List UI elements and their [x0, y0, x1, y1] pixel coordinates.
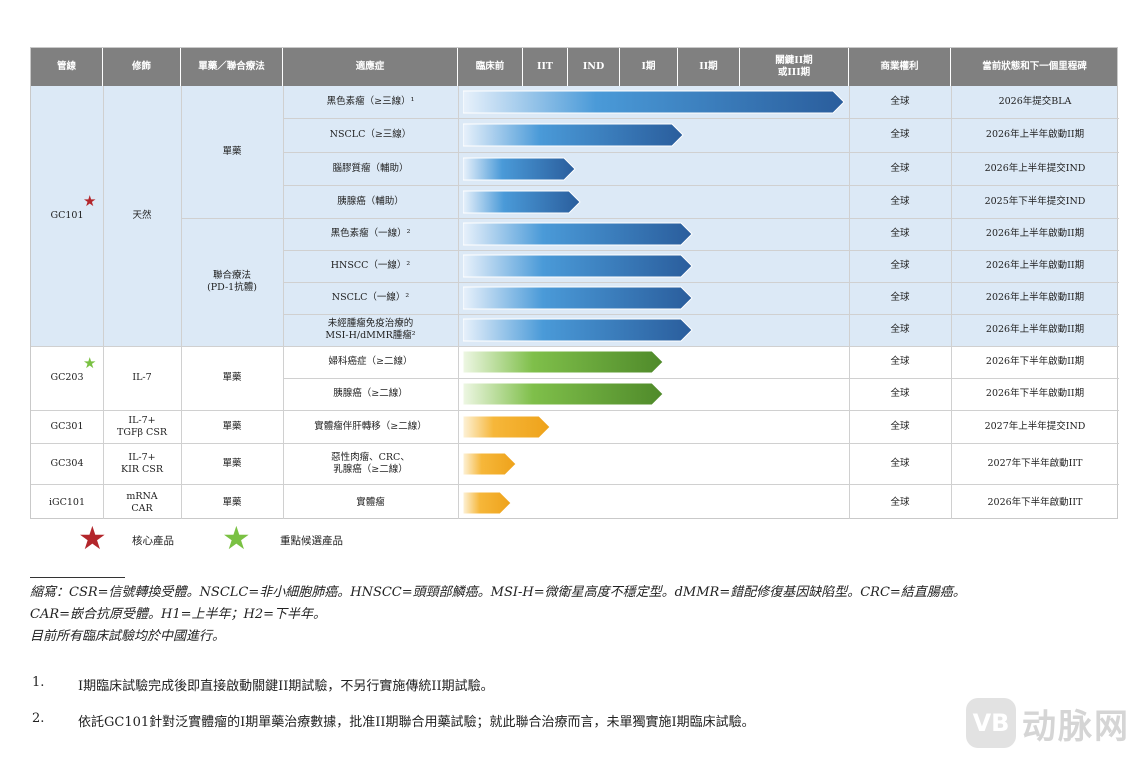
pipeline-name: GC301 [50, 420, 84, 432]
therapy-type: 聯合療法 (PD-1抗體) [207, 270, 257, 293]
commercial-rights: 全球 [890, 195, 910, 207]
status-milestone: 2027年上半年提交IND [984, 420, 1086, 432]
therapy-type: 單藥 [222, 457, 242, 469]
commercial-rights: 全球 [890, 388, 910, 399]
status-milestone: 2026年上半年啟動II期 [985, 292, 1085, 303]
pipeline-table: 管線 修飾 單藥／聯合療法 適應症 臨床前 IIT IND I期 II期 關鍵II期 或III期商… [30, 47, 1119, 519]
table-header: 管線 修飾 單藥／聯合療法 適應症 臨床前 IIT IND I期 II期 關鍵II期 或III期商… [31, 48, 1119, 86]
commercial-rights: 全球 [890, 292, 910, 303]
progress-arrow [463, 190, 581, 214]
status-milestone: 2026年上半年提交IND [984, 162, 1086, 174]
core-product-star-icon: ★ [83, 192, 97, 210]
indication-label: 黑色素瘤（≥三線）¹ [326, 96, 415, 107]
pipeline-name: iGC101 [48, 496, 86, 508]
status-milestone: 2026年上半年啟動II期 [985, 228, 1085, 239]
commercial-rights: 全球 [890, 496, 910, 508]
indication-label: NSCLC（一線）² [331, 292, 410, 303]
status-milestone: 2026年下半年啟動IIT [987, 496, 1083, 508]
header-commercial-rights: 商業權利 [849, 48, 951, 86]
header-status-milestone: 當前狀態和下一個里程碑 [951, 48, 1119, 86]
status-milestone: 2027年下半年啟動IIT [987, 457, 1083, 469]
commercial-rights: 全球 [890, 260, 910, 271]
header-iit: IIT [523, 48, 568, 86]
indication-label: 實體瘤 [356, 496, 385, 508]
progress-arrow [463, 286, 693, 310]
header-indication: 適應症 [283, 48, 458, 86]
progress-arrow [463, 415, 551, 439]
progress-arrow [463, 90, 845, 114]
notes-divider [30, 577, 125, 578]
indication-label: 未經腫瘤免疫治療的 MSI-H/dMMR腫瘤² [325, 318, 416, 341]
indication-label: 腦膠質瘤（輔助） [332, 162, 409, 174]
modification: IL-7 [132, 372, 152, 383]
legend-key-label: 重點候選產品 [280, 535, 343, 547]
key-candidate-star-icon: ★ [83, 354, 97, 372]
pipeline-name: GC304 [50, 457, 84, 469]
header-preclinical: 臨床前 [458, 48, 523, 86]
watermark-text: 动脉网 [1022, 706, 1130, 747]
legend-core-label: 核心產品 [132, 535, 174, 547]
pipeline-name: GC101 [50, 210, 84, 221]
header-modification: 修飾 [103, 48, 181, 86]
progress-arrow [463, 318, 693, 342]
abbrev-line-1: 縮寫：CSR=信號轉換受體。NSCLC=非小細胞肺癌。HNSCC=頭頸部鱗癌。M… [30, 585, 966, 600]
therapy-type: 單藥 [222, 496, 242, 508]
modification: 天然 [132, 210, 152, 221]
progress-arrow [463, 382, 664, 406]
status-milestone: 2026年上半年啟動II期 [985, 260, 1085, 271]
footnote-2-number: 2. [32, 711, 45, 726]
status-milestone: 2026年下半年啟動II期 [985, 388, 1085, 399]
progress-arrow [463, 157, 576, 181]
header-phase-2: II期 [678, 48, 740, 86]
header-ind: IND [568, 48, 620, 86]
indication-label: 黑色素瘤（一線）² [330, 228, 411, 239]
indication-label: 婦科癌症（≥二線） [328, 356, 413, 367]
indication-label: 胰腺癌（輔助） [337, 195, 404, 207]
commercial-rights: 全球 [890, 96, 910, 107]
indication-label: 惡性肉瘤、CRC、 乳腺癌（≥二線） [331, 451, 410, 475]
footnote-2-text: 依託GC101針對泛實體瘤的I期單藥治療數據，批准II期聯合用藥試驗；就此聯合治… [78, 715, 755, 730]
indication-label: 實體瘤伴肝轉移（≥二線） [314, 420, 427, 432]
footnote-1-text: I期臨床試驗完成後即直接啟動關鍵II期試驗，不另行實施傳統II期試驗。 [78, 679, 494, 694]
status-milestone: 2025年下半年提交IND [984, 195, 1086, 207]
indication-label: 胰腺癌（≥二線） [333, 388, 408, 399]
abbrev-line-3: 目前所有臨床試驗均於中國進行。 [30, 629, 226, 644]
header-pipeline: 管線 [31, 48, 103, 86]
modification: IL-7+ KIR CSR [121, 451, 163, 475]
legend-core-star-icon: ★ [78, 519, 107, 557]
status-milestone: 2026年提交BLA [998, 96, 1072, 107]
progress-arrow [463, 350, 664, 374]
therapy-type: 單藥 [222, 372, 242, 383]
status-milestone: 2026年下半年啟動II期 [985, 356, 1085, 367]
progress-arrow [463, 123, 684, 147]
therapy-type: 單藥 [222, 420, 242, 432]
column-divider [458, 86, 459, 519]
commercial-rights: 全球 [890, 129, 910, 140]
commercial-rights: 全球 [890, 228, 910, 239]
progress-arrow [463, 254, 693, 278]
abbrev-line-2: CAR=嵌合抗原受體。H1=上半年；H2=下半年。 [30, 607, 327, 622]
progress-arrow [463, 491, 512, 515]
commercial-rights: 全球 [890, 457, 910, 469]
modification: mRNA CAR [126, 490, 158, 514]
progress-arrow [463, 452, 517, 476]
commercial-rights: 全球 [890, 162, 910, 174]
watermark-logo-icon: VB [966, 698, 1016, 748]
modification: IL-7+ TGFβ CSR [117, 414, 167, 438]
indication-label: NSCLC（≥三線） [329, 129, 412, 140]
therapy-type: 單藥 [222, 146, 242, 157]
commercial-rights: 全球 [890, 324, 910, 335]
progress-arrow [463, 222, 693, 246]
status-milestone: 2026年上半年啟動II期 [985, 129, 1085, 140]
commercial-rights: 全球 [890, 420, 910, 432]
watermark: VB 动脉网 [966, 698, 1130, 748]
commercial-rights: 全球 [890, 356, 910, 367]
header-phase-1: I期 [620, 48, 678, 86]
header-pivotal: 關鍵II期 或III期 [740, 48, 849, 86]
footnote-1-number: 1. [32, 675, 45, 690]
header-therapy: 單藥／聯合療法 [181, 48, 283, 86]
indication-label: HNSCC（一線）² [330, 260, 411, 271]
status-milestone: 2026年上半年啟動II期 [985, 324, 1085, 335]
legend-key-star-icon: ★ [222, 519, 251, 557]
